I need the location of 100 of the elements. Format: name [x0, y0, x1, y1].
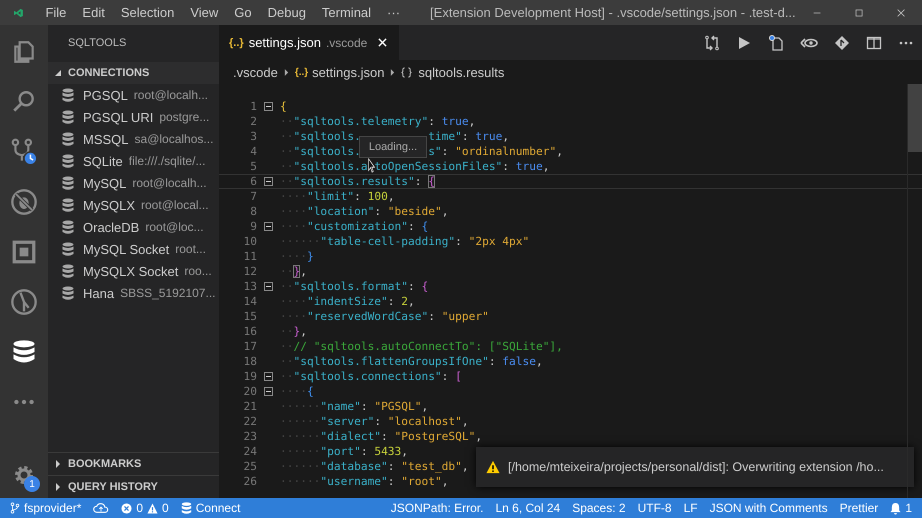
whitespace-dots: ······	[280, 400, 320, 413]
menu-item[interactable]: Terminal	[314, 5, 380, 20]
json-key: "sqltools.	[293, 145, 361, 158]
fold-icon[interactable]	[264, 387, 273, 396]
compare-icon[interactable]	[704, 34, 720, 50]
connection-detail: root@loc...	[145, 220, 204, 234]
line-number: 11	[242, 250, 257, 263]
fold-icon[interactable]	[264, 177, 273, 186]
menu-item[interactable]: File	[37, 5, 74, 20]
connection-name[interactable]: PGSQL URI	[83, 110, 154, 124]
status-item[interactable]: Spaces: 2	[566, 501, 632, 515]
whitespace-dots: ······	[280, 415, 320, 428]
status-item[interactable]: JSONPath: Error.	[384, 501, 490, 515]
json-key: "dialect"	[320, 430, 382, 443]
line-number: 2	[249, 115, 257, 128]
git-diamond-icon[interactable]	[834, 34, 850, 50]
string-value: "PGSQL"	[374, 400, 422, 413]
fold-icon[interactable]	[264, 222, 273, 231]
menu-item[interactable]: Edit	[74, 5, 113, 20]
menu-item[interactable]: View	[182, 5, 226, 20]
connection-name[interactable]: MSSQL	[83, 132, 129, 146]
json-key: "location"	[306, 205, 374, 218]
warning-count: 0	[162, 501, 169, 515]
fold-icon[interactable]	[264, 282, 273, 291]
status-item[interactable]: LF	[678, 501, 704, 515]
fold-icon[interactable]	[264, 372, 273, 381]
scroll-thumb[interactable]	[908, 84, 922, 152]
section-header[interactable]: CONNECTIONS	[48, 62, 219, 84]
branch-clock-icon[interactable]	[9, 137, 39, 167]
string-value: "ordinalnumber"	[455, 145, 556, 158]
json-key: "sqltools.a	[293, 160, 368, 173]
connection-detail: postgre...	[159, 110, 210, 124]
string-value: "beside"	[388, 205, 442, 218]
whitespace-dots: ··	[280, 265, 294, 278]
punctuation: :	[442, 370, 450, 383]
circled-branch-icon[interactable]	[10, 288, 38, 316]
connection-name[interactable]: OracleDB	[83, 220, 140, 234]
connection-name[interactable]: SQLite	[83, 154, 123, 168]
play-icon[interactable]	[736, 34, 752, 50]
connection-detail: sa@localhos...	[134, 132, 214, 146]
no-bug-icon[interactable]	[10, 188, 38, 216]
maximize-icon[interactable]	[854, 6, 863, 18]
line-number: 17	[242, 340, 257, 353]
problems-status-item[interactable]: 0 0	[115, 501, 175, 515]
punctuation: ,	[502, 130, 510, 143]
json-key: "sqltools.	[293, 130, 361, 143]
status-item[interactable]: UTF-8	[632, 501, 678, 515]
db-status-item[interactable]: Connect	[174, 501, 246, 515]
new-file-icon[interactable]	[768, 34, 784, 50]
close-icon[interactable]	[896, 6, 905, 18]
fold-icon[interactable]	[264, 102, 273, 111]
status-item[interactable]: Prettier	[834, 501, 884, 515]
boolean-value: true	[442, 115, 469, 128]
connection-name[interactable]: PGSQL	[83, 88, 128, 102]
breadcrumb[interactable]: sqltools.results	[418, 64, 504, 80]
json-key: "limit"	[306, 190, 354, 203]
tab-label: settings.json	[248, 35, 321, 50]
connection-name[interactable]: MySQL Socket	[83, 242, 170, 256]
menu-item[interactable]: Debug	[260, 5, 314, 20]
bracket: {	[421, 280, 428, 293]
line-number: 19	[242, 370, 257, 383]
database-icon	[62, 88, 74, 102]
database-icon	[62, 198, 74, 212]
punctuation: ,	[542, 160, 550, 173]
whitespace-dots: ··	[280, 160, 294, 173]
line-number: 3	[249, 130, 257, 143]
database-icon	[62, 110, 74, 124]
connection-name[interactable]: Hana	[83, 286, 114, 300]
whitespace-dots: ··	[280, 325, 294, 338]
connection-name[interactable]: MySQLX Socket	[83, 264, 178, 278]
punctuation: :	[408, 220, 416, 233]
punctuation: :	[502, 160, 510, 173]
string-value: "2px 4px"	[468, 235, 530, 248]
editor-tab[interactable]: {..} settings.json .vscode	[219, 25, 400, 60]
status-item[interactable]: JSON with Comments	[704, 501, 834, 515]
breadcrumb[interactable]: settings.json	[312, 64, 384, 80]
whitespace-dots: ······	[280, 430, 320, 443]
connection-name[interactable]: MySQL	[83, 176, 126, 190]
menu-item[interactable]: Selection	[112, 5, 182, 20]
status-item[interactable]: Ln 6, Col 24	[489, 501, 566, 515]
close-icon[interactable]	[378, 38, 388, 47]
json-key: "customization"	[306, 220, 408, 233]
menu-item[interactable]: ···	[379, 5, 408, 20]
branch-status-item[interactable]: fsprovider*	[4, 501, 88, 515]
whitespace-dots: ··	[280, 355, 294, 368]
notifications-status-item[interactable]: 1	[884, 501, 918, 515]
notification-message: [/home/mteixeira/projects/personal/dist]: Overwriting extension /ho...	[508, 460, 884, 474]
settings-icon[interactable]	[12, 463, 36, 487]
mouse-pointer-icon	[368, 158, 375, 173]
punctuation: ,	[421, 400, 428, 413]
split-editor-icon[interactable]	[866, 34, 882, 50]
connection-name[interactable]: MySQLX	[83, 198, 136, 212]
breadcrumb[interactable]: .vscode	[233, 64, 278, 80]
json-key: "username"	[320, 475, 388, 488]
menu-item[interactable]: Go	[226, 5, 260, 20]
error-count: 0	[136, 501, 144, 515]
punctuation: :	[428, 115, 436, 128]
punctuation: :	[488, 355, 497, 368]
json-key: "port"	[320, 445, 361, 458]
extensions-icon[interactable]	[11, 239, 37, 265]
